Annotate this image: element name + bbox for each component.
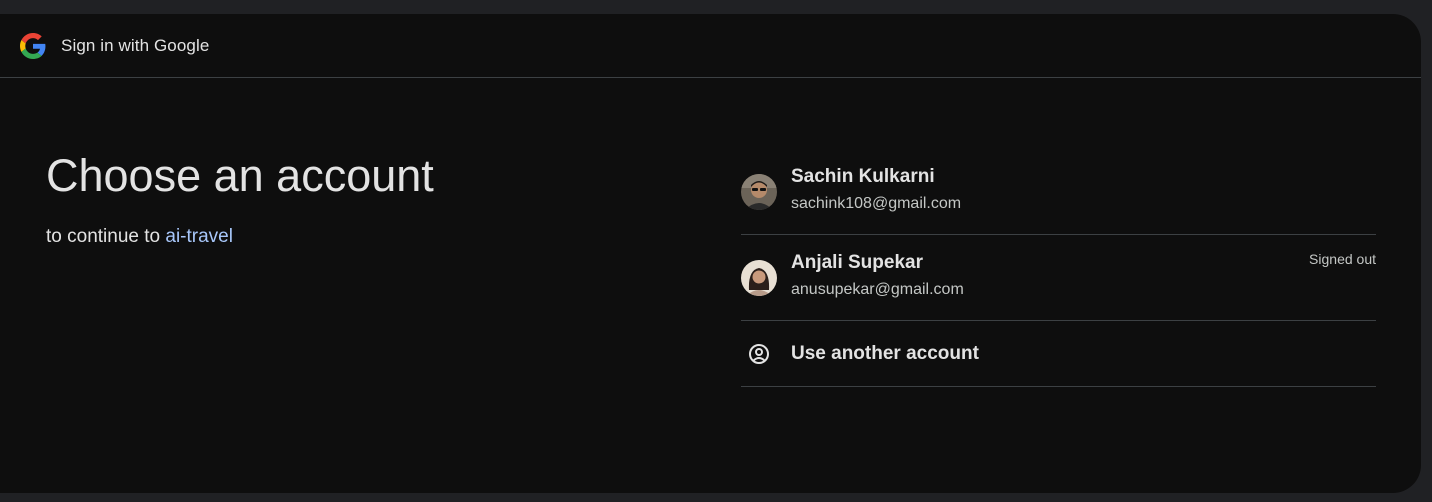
subtitle: to continue to ai-travel bbox=[46, 226, 434, 248]
account-name: Anjali Supekar bbox=[791, 252, 923, 273]
account-item-anjali[interactable]: Anjali Supekar anusupekar@gmail.com Sign… bbox=[741, 235, 1376, 321]
account-email: anusupekar@gmail.com bbox=[791, 281, 964, 298]
account-name: Sachin Kulkarni bbox=[791, 166, 935, 187]
google-g-icon bbox=[20, 32, 46, 59]
profile-photo bbox=[741, 173, 777, 210]
page-title: Choose an account bbox=[46, 150, 434, 201]
app-name-link[interactable]: ai-travel bbox=[165, 226, 233, 247]
account-email: sachink108@gmail.com bbox=[791, 195, 962, 212]
header-title: Sign in with Google bbox=[61, 35, 210, 55]
subtitle-prefix: to continue to bbox=[46, 226, 161, 247]
signed-out-status: Signed out bbox=[1309, 251, 1376, 267]
dialog-header: Sign in with Google bbox=[0, 14, 1421, 78]
account-circle-icon bbox=[741, 336, 777, 372]
sign-in-dialog: Sign in with Google Choose an account to… bbox=[0, 14, 1421, 493]
account-text: Sachin Kulkarni sachink108@gmail.com bbox=[791, 165, 961, 216]
use-another-account-label: Use another account bbox=[791, 342, 979, 364]
profile-photo bbox=[741, 259, 777, 296]
heading-section: Choose an account to continue to ai-trav… bbox=[46, 148, 434, 248]
account-text: Anjali Supekar anusupekar@gmail.com bbox=[791, 251, 964, 302]
use-another-account-button[interactable]: Use another account bbox=[741, 321, 1376, 387]
account-item-sachin[interactable]: Sachin Kulkarni sachink108@gmail.com bbox=[741, 149, 1376, 235]
account-list: Sachin Kulkarni sachink108@gmail.com Anj… bbox=[741, 149, 1376, 387]
